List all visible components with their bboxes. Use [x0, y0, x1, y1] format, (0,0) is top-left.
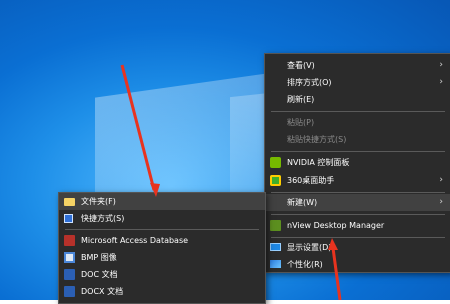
submenu-item-docx-document[interactable]: DOCX 文档 — [59, 283, 265, 300]
menu-item-personalize[interactable]: 个性化(R) — [265, 256, 450, 273]
menu-item-label: 刷新(E) — [287, 95, 315, 104]
submenu-item-shortcut[interactable]: 快捷方式(S) — [59, 210, 265, 227]
chevron-right-icon: › — [439, 197, 443, 207]
chevron-right-icon: › — [439, 60, 443, 70]
menu-item-360-desktop-assistant[interactable]: 360桌面助手 › — [265, 172, 450, 189]
submenu-item-folder[interactable]: 文件夹(F) — [59, 193, 265, 210]
doc-icon — [64, 269, 75, 280]
chevron-right-icon: › — [439, 175, 443, 185]
360-icon — [270, 175, 281, 186]
menu-item-label: 排序方式(O) — [287, 78, 332, 87]
menu-item-label: NVIDIA 控制面板 — [287, 158, 350, 167]
menu-separator — [271, 237, 445, 238]
menu-item-label: nView Desktop Manager — [287, 221, 385, 230]
menu-separator — [271, 111, 445, 112]
menu-separator — [271, 214, 445, 215]
menu-separator — [271, 192, 445, 193]
menu-item-label: 粘贴(P) — [287, 118, 315, 127]
menu-item-label: 360桌面助手 — [287, 176, 335, 185]
submenu-item-label: Microsoft Access Database — [81, 236, 189, 245]
submenu-item-label: 快捷方式(S) — [81, 214, 125, 223]
submenu-item-doc-document[interactable]: DOC 文档 — [59, 266, 265, 283]
personalize-icon — [270, 260, 281, 268]
menu-item-label: 粘贴快捷方式(S) — [287, 135, 347, 144]
bmp-icon — [64, 252, 75, 263]
docx-icon — [64, 286, 75, 297]
nview-icon — [270, 220, 281, 231]
menu-item-refresh[interactable]: 刷新(E) — [265, 91, 450, 108]
new-submenu: 文件夹(F) 快捷方式(S) Microsoft Access Database… — [58, 192, 266, 304]
submenu-item-bmp-image[interactable]: BMP 图像 — [59, 249, 265, 266]
submenu-item-label: 文件夹(F) — [81, 197, 116, 206]
access-icon — [64, 235, 75, 246]
menu-item-view[interactable]: 查看(V) › — [265, 57, 450, 74]
menu-separator — [65, 229, 259, 230]
menu-item-display-settings[interactable]: 显示设置(D) — [265, 239, 450, 256]
menu-item-paste[interactable]: 粘贴(P) — [265, 114, 450, 131]
menu-item-label: 显示设置(D) — [287, 243, 332, 252]
menu-item-label: 查看(V) — [287, 61, 315, 70]
folder-icon — [64, 198, 75, 206]
menu-item-nview-desktop-manager[interactable]: nView Desktop Manager — [265, 217, 450, 234]
submenu-item-label: BMP 图像 — [81, 253, 117, 262]
desktop-context-menu: 查看(V) › 排序方式(O) › 刷新(E) 粘贴(P) 粘贴快捷方式(S) … — [264, 53, 450, 273]
menu-item-label: 个性化(R) — [287, 260, 323, 269]
nvidia-icon — [270, 157, 281, 168]
submenu-item-label: DOCX 文档 — [81, 287, 124, 296]
menu-separator — [271, 151, 445, 152]
menu-item-label: 新建(W) — [287, 198, 318, 207]
display-icon — [270, 243, 281, 251]
menu-item-new[interactable]: 新建(W) › — [265, 194, 450, 211]
shortcut-icon — [64, 214, 73, 223]
menu-item-nvidia-control-panel[interactable]: NVIDIA 控制面板 — [265, 154, 450, 171]
submenu-item-label: DOC 文档 — [81, 270, 118, 279]
menu-item-sort-by[interactable]: 排序方式(O) › — [265, 74, 450, 91]
submenu-item-access-database[interactable]: Microsoft Access Database — [59, 232, 265, 249]
menu-item-paste-shortcut[interactable]: 粘贴快捷方式(S) — [265, 131, 450, 148]
chevron-right-icon: › — [439, 77, 443, 87]
